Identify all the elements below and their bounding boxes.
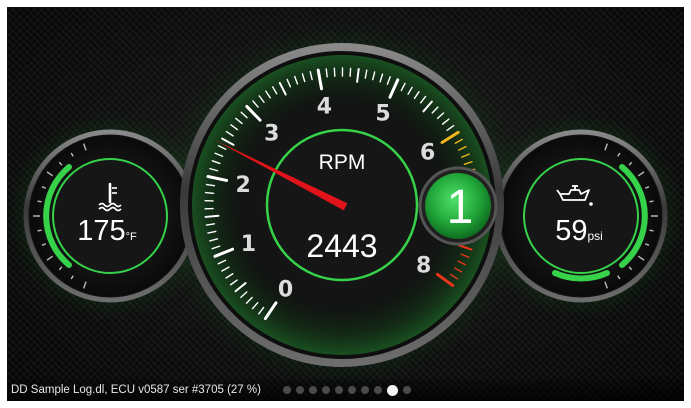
tach-scale-label: 8 (416, 253, 431, 278)
page-dot[interactable] (334, 386, 343, 394)
side-gauge-tick (649, 229, 654, 232)
side-gauge-tick (37, 229, 42, 232)
tach-tick (204, 191, 215, 195)
tach-scale-label: 6 (420, 140, 435, 165)
oil-pressure-value: 59 (555, 215, 587, 247)
tach-scale-label: 5 (375, 102, 390, 127)
page-indicator[interactable] (282, 384, 411, 396)
page-dot[interactable] (308, 386, 317, 394)
page-dot[interactable] (386, 384, 398, 396)
log-status-text: DD Sample Log.dl, ECU v0587 ser #3705 (2… (11, 384, 261, 396)
coolant-value: 175 (77, 215, 125, 247)
rpm-label: RPM (319, 151, 366, 174)
gear-indicator: 1 (418, 166, 498, 246)
dashboard-screen: 175°F 59psi 0 1 2 3 4 5 6 8 RPM 2443 1 D… (0, 0, 691, 408)
tach-tick (349, 67, 352, 77)
side-gauge-tick (37, 200, 42, 203)
page-dot[interactable] (282, 386, 291, 394)
coolant-gauge: 175°F (23, 129, 197, 303)
tach-scale-label: 0 (278, 278, 293, 303)
gear-value: 1 (447, 181, 474, 234)
coolant-unit: °F (126, 231, 137, 243)
tach-scale-label: 2 (236, 173, 251, 198)
tach-scale-label: 1 (241, 232, 256, 257)
page-dot[interactable] (321, 386, 330, 394)
page-dot[interactable] (373, 386, 382, 394)
page-dot[interactable] (295, 386, 304, 394)
side-gauge-tick (649, 200, 654, 203)
gauge-cluster: 175°F 59psi 01234 568 RPM 2443 1 (7, 20, 684, 390)
rpm-value: 2443 (306, 228, 377, 264)
tach-scale-label: 3 (264, 121, 279, 146)
oil-pressure-unit: psi (587, 229, 602, 243)
page-dot[interactable] (360, 386, 369, 394)
oil-pressure-gauge: 59psi (494, 129, 668, 303)
tach-tick (204, 214, 220, 218)
status-bar: DD Sample Log.dl, ECU v0587 ser #3705 (2… (7, 379, 684, 401)
tach-scale-label: 4 (317, 95, 332, 120)
tach-tick (325, 68, 328, 78)
page-dot[interactable] (402, 386, 411, 394)
page-dot[interactable] (347, 386, 356, 394)
